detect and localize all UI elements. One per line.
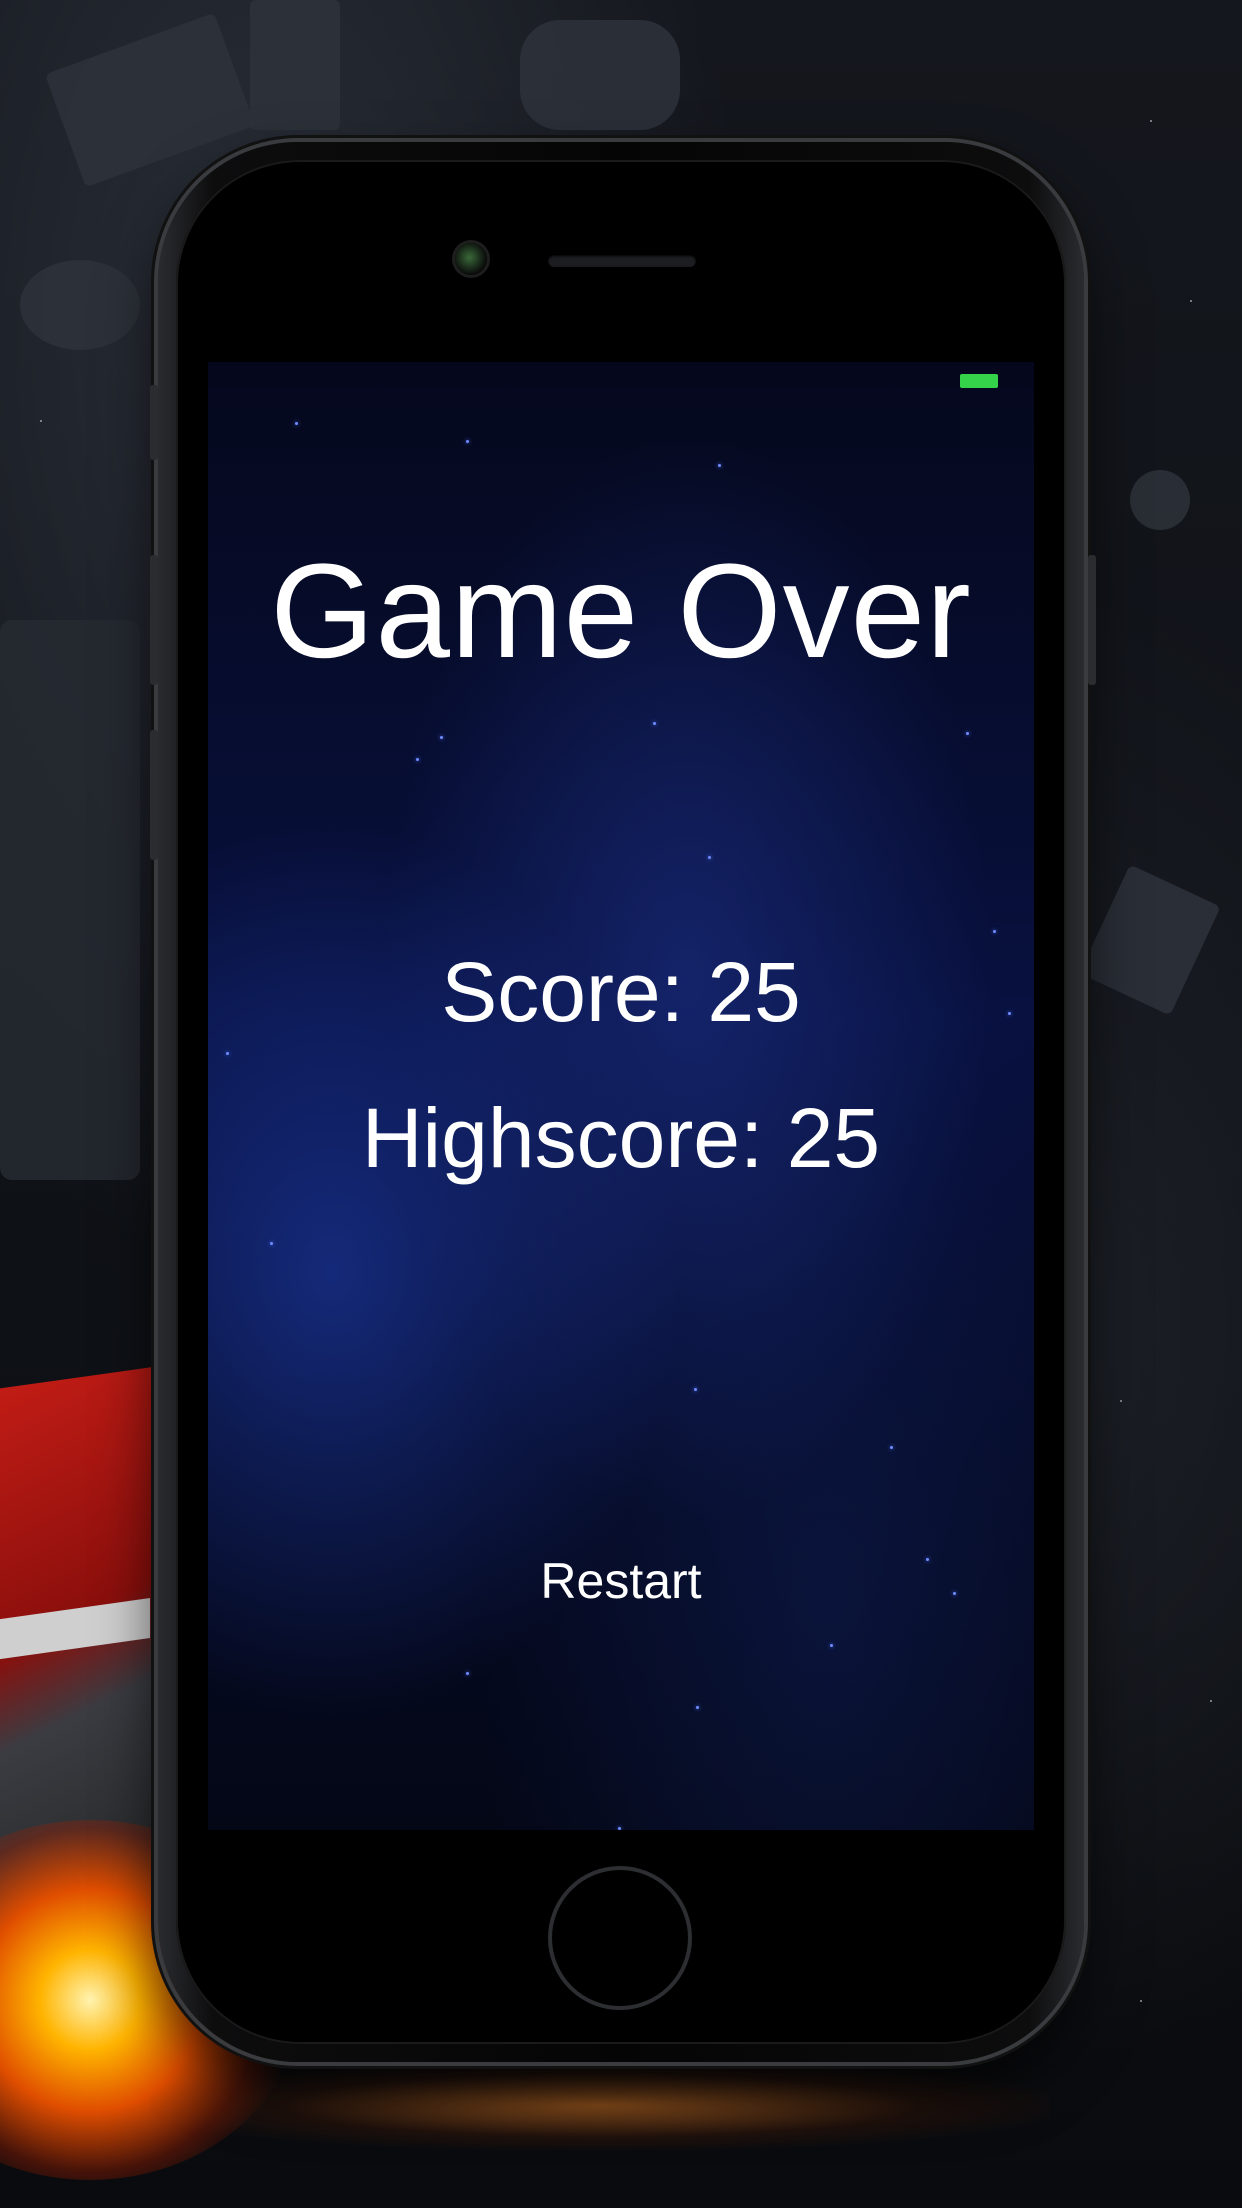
debris-shape [520,20,680,130]
score-label: Score: 25 [441,945,801,1039]
background-star [40,420,42,422]
star [270,1242,273,1245]
restart-button[interactable]: Restart [521,1546,721,1616]
volume-down-button [150,730,158,860]
debris-shape [1079,864,1221,1016]
debris-shape [0,620,140,1180]
background-star [1140,2000,1142,2002]
star [926,1558,929,1561]
debris-shape [1130,470,1190,530]
status-bar [208,362,1034,392]
mute-switch [150,385,158,460]
star [226,1052,229,1055]
star [694,1388,697,1391]
power-button [1088,555,1096,685]
earpiece-speaker [548,255,696,267]
star [696,1706,699,1709]
engine-glow-streak [150,2060,1050,2150]
debris-shape [250,0,340,130]
debris-shape [44,12,256,188]
game-screen: Game Over Score: 25 Highscore: 25 Restar… [208,362,1034,1830]
star [653,722,656,725]
highscore-label: Highscore: 25 [361,1091,881,1185]
star [953,1592,956,1595]
battery-icon [960,374,998,388]
star [440,736,443,739]
star [890,1446,893,1449]
game-over-title: Game Over [270,537,972,686]
star [618,1827,621,1830]
star [295,422,298,425]
star [993,930,996,933]
background-star [1120,1400,1122,1402]
star [416,758,419,761]
star [966,732,969,735]
star [466,440,469,443]
home-button [548,1866,692,2010]
star [718,464,721,467]
background-star [1150,120,1152,122]
star [466,1672,469,1675]
star [708,856,711,859]
front-camera [455,243,487,275]
volume-up-button [150,555,158,685]
background-star [1210,1700,1212,1702]
background-star [1190,300,1192,302]
star [830,1644,833,1647]
debris-shape [20,260,140,350]
